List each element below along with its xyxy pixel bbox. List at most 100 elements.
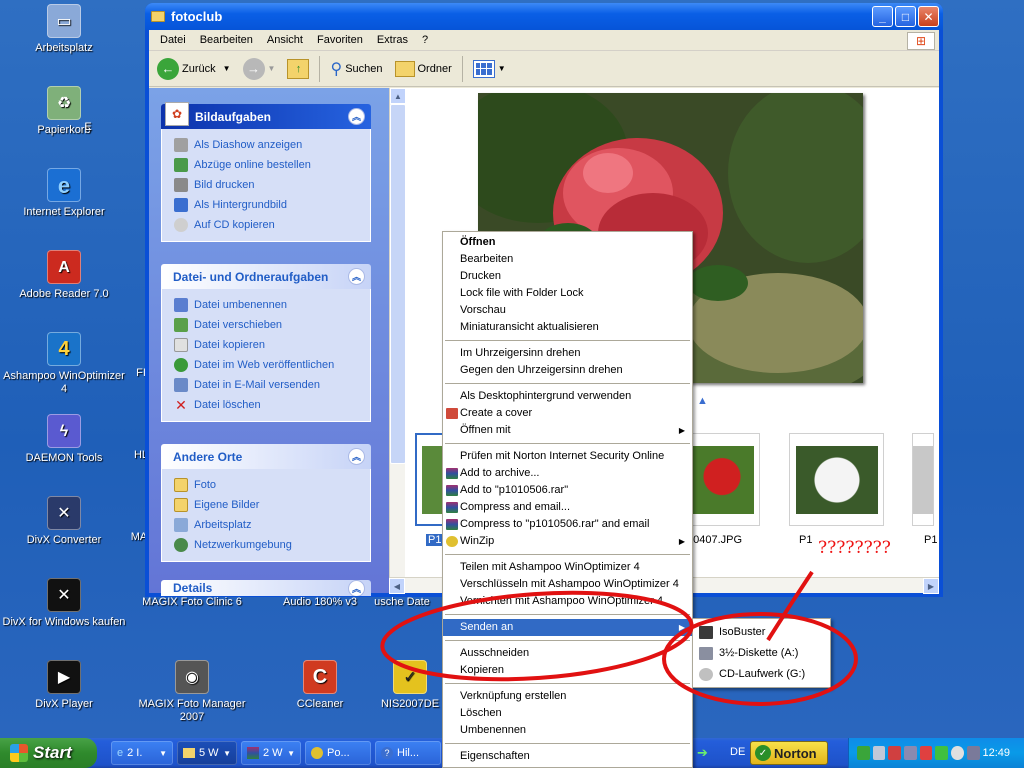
scroll-thumb[interactable]: [390, 104, 406, 464]
send-to-isobuster[interactable]: IsoBuster: [693, 622, 830, 643]
tray-icon[interactable]: [951, 746, 964, 760]
menu-item-winzip[interactable]: WinZip ▶: [443, 533, 692, 550]
task-wallpaper[interactable]: Als Hintergrundbild: [174, 195, 370, 215]
task-delete[interactable]: ✕ Datei löschen: [174, 395, 370, 415]
task-publish-web[interactable]: Datei im Web veröffentlichen: [174, 355, 370, 375]
menu-item-miniaturansicht[interactable]: Miniaturansicht aktualisieren: [443, 319, 692, 336]
menu-item-vorschau[interactable]: Vorschau: [443, 302, 692, 319]
thumbnail-label[interactable]: P1: [426, 534, 444, 546]
task-move[interactable]: Datei verschieben: [174, 315, 370, 335]
menu-item-senden-an[interactable]: Senden an ▶: [443, 619, 692, 636]
collapse-icon[interactable]: ︽: [348, 108, 365, 125]
clock[interactable]: 12:49: [983, 747, 1011, 759]
task-print[interactable]: Bild drucken: [174, 175, 370, 195]
tray-icon[interactable]: [904, 746, 917, 760]
panel-header[interactable]: Andere Orte ︽: [161, 444, 371, 469]
thumbnail-label[interactable]: P1: [799, 534, 812, 546]
menu-item-eigenschaften[interactable]: Eigenschaften: [443, 748, 692, 765]
tray-icon[interactable]: [919, 746, 933, 760]
desktop-icon-daemon-tools[interactable]: ϟ DAEMON Tools: [0, 414, 128, 465]
place-foto[interactable]: Foto: [174, 475, 370, 495]
desktop-icon-divx-converter[interactable]: ✕ DivX Converter: [0, 496, 128, 547]
desktop-icon-ashampoo[interactable]: 4 Ashampoo WinOptimizer 4: [0, 332, 128, 396]
send-to-floppy[interactable]: 3½-Diskette (A:): [693, 643, 830, 664]
menu-item-ausschneiden[interactable]: Ausschneiden: [443, 645, 692, 662]
menu-item-add-archive[interactable]: Add to archive...: [443, 465, 692, 482]
menu-item-compress-rar-email[interactable]: Compress to "p1010506.rar" and email: [443, 516, 692, 533]
views-button[interactable]: ▼: [469, 54, 510, 84]
thumbnail-label[interactable]: P1: [924, 534, 937, 546]
task-order-prints[interactable]: Abzüge online bestellen: [174, 155, 370, 175]
close-button[interactable]: ✕: [918, 6, 939, 27]
menu-item-drucken[interactable]: Drucken: [443, 268, 692, 285]
menu-favoriten[interactable]: Favoriten: [310, 34, 370, 46]
signal-icon[interactable]: [935, 746, 949, 760]
search-button[interactable]: ⚲ Suchen: [326, 54, 386, 84]
menu-item-compress-email[interactable]: Compress and email...: [443, 499, 692, 516]
menu-item-folder-lock[interactable]: Lock file with Folder Lock: [443, 285, 692, 302]
rotate-icon[interactable]: ▲: [697, 395, 708, 407]
quick-launch-arrow-icon[interactable]: ➔: [697, 745, 708, 761]
desktop-icon-adobe-reader[interactable]: A Adobe Reader 7.0: [0, 250, 128, 301]
norton-button[interactable]: ✓ Norton: [750, 741, 828, 765]
menu-item-rotate-cw[interactable]: Im Uhrzeigersinn drehen: [443, 345, 692, 362]
collapse-icon[interactable]: ︽: [348, 448, 365, 465]
network-icon[interactable]: [872, 746, 886, 760]
menu-item-oeffnen-mit[interactable]: Öffnen mit ▶: [443, 422, 692, 439]
forward-button[interactable]: → ▼: [239, 54, 280, 84]
menu-item-desktop-background[interactable]: Als Desktophintergrund verwenden: [443, 388, 692, 405]
scroll-up-icon[interactable]: ▲: [390, 88, 406, 104]
thumbnail-label[interactable]: 20407.JPG: [687, 534, 742, 546]
menu-item-create-cover[interactable]: Create a cover: [443, 405, 692, 422]
language-indicator[interactable]: DE: [730, 746, 745, 758]
menu-item-umbenennen[interactable]: Umbenennen: [443, 722, 692, 739]
menu-extras[interactable]: Extras: [370, 34, 415, 46]
menu-item-ashampoo-destroy[interactable]: Vernichten mit Ashampoo WinOptimizer 4: [443, 593, 692, 610]
vertical-scrollbar[interactable]: ▲: [389, 88, 406, 577]
taskbar-group-ie[interactable]: e2 I. ▼: [111, 741, 173, 765]
menu-datei[interactable]: Datei: [153, 34, 193, 46]
taskbar-group-winrar[interactable]: 2 W ▼: [241, 741, 301, 765]
menu-ansicht[interactable]: Ansicht: [260, 34, 310, 46]
start-button[interactable]: Start: [0, 738, 97, 768]
desktop-icon-ccleaner[interactable]: C CCleaner: [256, 660, 384, 711]
thumbnail[interactable]: [789, 433, 884, 526]
tray-icon[interactable]: [857, 746, 870, 760]
place-eigene-bilder[interactable]: Eigene Bilder: [174, 495, 370, 515]
menu-item-ashampoo-encrypt[interactable]: Verschlüsseln mit Ashampoo WinOptimizer …: [443, 576, 692, 593]
menu-help[interactable]: ?: [415, 34, 435, 46]
desktop-icon-papierkorb[interactable]: ♻ Papierkorb: [0, 86, 128, 137]
desktop-icon-magix-foto-manager[interactable]: ◉ MAGIX Foto Manager 2007: [128, 660, 256, 724]
scroll-left-icon[interactable]: ◀: [389, 578, 405, 594]
back-button[interactable]: ← Zurück ▼: [153, 54, 235, 84]
menu-item-rotate-ccw[interactable]: Gegen den Uhrzeigersinn drehen: [443, 362, 692, 379]
menu-bearbeiten[interactable]: Bearbeiten: [193, 34, 260, 46]
menu-item-oeffnen[interactable]: Öffnen: [443, 234, 692, 251]
task-copy-cd[interactable]: Auf CD kopieren: [174, 215, 370, 235]
task-copy[interactable]: Datei kopieren: [174, 335, 370, 355]
menu-item-ashampoo-share[interactable]: Teilen mit Ashampoo WinOptimizer 4: [443, 559, 692, 576]
desktop-icon-divx-player[interactable]: ▶ DivX Player: [0, 660, 128, 711]
maximize-button[interactable]: □: [895, 6, 916, 27]
thumbnail[interactable]: [684, 433, 760, 526]
menu-item-bearbeiten[interactable]: Bearbeiten: [443, 251, 692, 268]
desktop-icon-arbeitsplatz[interactable]: ▭ Arbeitsplatz: [0, 4, 128, 55]
task-diashow[interactable]: Als Diashow anzeigen: [174, 135, 370, 155]
scroll-right-icon[interactable]: ▶: [923, 578, 939, 594]
desktop-icon-nis2007[interactable]: ✓ NIS2007DE: [370, 660, 450, 711]
menu-item-loeschen[interactable]: Löschen: [443, 705, 692, 722]
desktop-icon-divx-kaufen[interactable]: ✕ DivX for Windows kaufen: [0, 578, 128, 629]
window-titlebar[interactable]: fotoclub _ □ ✕: [145, 3, 943, 30]
task-email[interactable]: Datei in E-Mail versenden: [174, 375, 370, 395]
panel-header[interactable]: Details ︽: [161, 580, 371, 596]
taskbar-group-explorer[interactable]: 5 W ▼: [177, 741, 237, 765]
thumbnail[interactable]: [912, 433, 934, 526]
panel-header[interactable]: ✿ Bildaufgaben ︽: [161, 101, 371, 129]
tray-icon[interactable]: [888, 746, 902, 760]
folders-button[interactable]: Ordner: [391, 54, 456, 84]
place-arbeitsplatz[interactable]: Arbeitsplatz: [174, 515, 370, 535]
minimize-button[interactable]: _: [872, 6, 893, 27]
desktop-icon-internet-explorer[interactable]: e Internet Explorer: [0, 168, 128, 219]
taskbar-task-po[interactable]: Po...: [305, 741, 371, 765]
send-to-cd-drive[interactable]: CD-Laufwerk (G:): [693, 664, 830, 685]
